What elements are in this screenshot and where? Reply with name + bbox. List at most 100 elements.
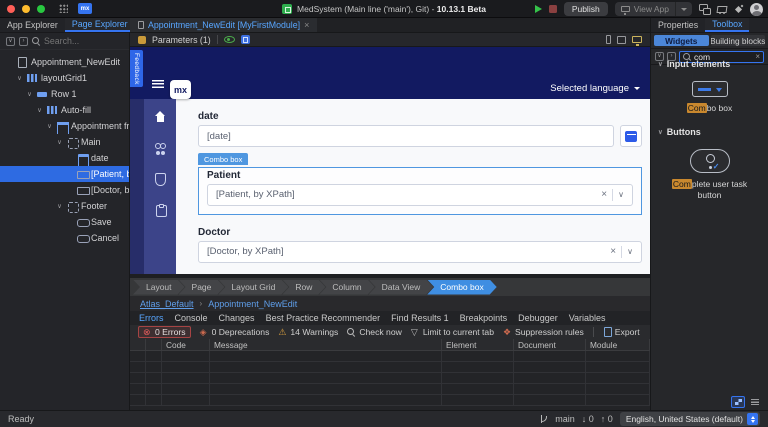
chevron-down-icon[interactable]: ∨	[658, 60, 663, 68]
column-header[interactable]: Module	[586, 339, 650, 350]
clear-icon[interactable]: ×	[610, 246, 616, 257]
branch-name[interactable]: main	[555, 414, 575, 424]
tree-item[interactable]: date	[0, 150, 129, 166]
marketplace-icon[interactable]	[717, 5, 727, 14]
language-select[interactable]: English, United States (default)	[619, 412, 760, 426]
incoming-commits[interactable]: ↓ 0	[582, 414, 594, 424]
chevron-down-icon[interactable]	[16, 74, 23, 82]
toolbox-subtab[interactable]: Widgets	[654, 35, 709, 46]
feedback-tab[interactable]: Feedback	[130, 50, 143, 87]
grid-view-toggle[interactable]	[731, 396, 745, 408]
tree-item[interactable]: layoutGrid1	[0, 70, 129, 86]
tablet-view-icon[interactable]	[617, 35, 626, 44]
people-icon[interactable]	[154, 142, 167, 154]
tree-item[interactable]: Save	[0, 214, 129, 230]
toolbox-widget[interactable]: Complete user task button	[656, 139, 763, 207]
filter-button[interactable]: 14 Warnings	[278, 327, 338, 337]
chevron-down-icon[interactable]	[36, 106, 43, 114]
clear-icon[interactable]: ×	[601, 189, 607, 200]
parameters-button[interactable]: Parameters (1)	[152, 35, 211, 45]
breadcrumb-chip[interactable]: Column	[319, 280, 374, 295]
tree-item[interactable]: Main	[0, 134, 129, 150]
dock-tab[interactable]: Debugger	[518, 313, 558, 323]
breadcrumb-chip[interactable]: Data View	[369, 280, 434, 295]
view-app-dropdown[interactable]	[675, 2, 692, 16]
column-header[interactable]	[130, 339, 146, 350]
filter-button[interactable]: Check now	[347, 327, 402, 337]
chevron-down-icon[interactable]: ∨	[627, 247, 633, 256]
stop-button[interactable]	[548, 5, 557, 13]
dock-tab[interactable]: Variables	[569, 313, 606, 323]
filter-button[interactable]: 0 Deprecations	[200, 327, 270, 337]
breadcrumb-chip[interactable]: Layout	[133, 280, 185, 295]
clipboard-icon[interactable]	[154, 204, 167, 217]
filter-button[interactable]: Limit to current tab	[411, 327, 494, 337]
tree-item[interactable]: Cancel	[0, 230, 129, 246]
fullscreen-window-button[interactable]	[37, 4, 45, 13]
filter-button[interactable]: 0 Errors	[138, 326, 191, 338]
dock-tab[interactable]: Breakpoints	[460, 313, 508, 323]
patient-combobox[interactable]: [Patient, by XPath] × ∨	[207, 183, 633, 206]
tree-item[interactable]: Appointment_NewEdit	[0, 54, 129, 70]
breadcrumb-chip[interactable]: Layout Grid	[218, 280, 288, 295]
filter-button[interactable]: Suppression rules	[503, 327, 584, 337]
tree-item[interactable]: [Doctor, by Database]	[0, 182, 129, 198]
toolbox-widget[interactable]: Combo box	[656, 71, 763, 120]
language-selector[interactable]: Selected language	[550, 83, 640, 94]
filter-button[interactable]: Export	[592, 327, 640, 337]
toolbox-subtab[interactable]: Building blocks	[710, 35, 765, 46]
user-avatar[interactable]	[750, 2, 763, 16]
breadcrumb-chip[interactable]: Row	[282, 280, 325, 295]
dock-tab[interactable]: Console	[175, 313, 208, 323]
shield-icon[interactable]	[154, 173, 167, 186]
home-icon[interactable]	[154, 111, 167, 123]
chevron-down-icon[interactable]	[46, 122, 53, 130]
chevron-down-icon[interactable]	[26, 90, 33, 98]
outgoing-commits[interactable]: ↑ 0	[601, 414, 613, 424]
column-header[interactable]: Message	[210, 339, 442, 350]
app-launcher-icon[interactable]	[59, 4, 68, 13]
layout-link[interactable]: Atlas_Default	[140, 299, 194, 309]
publish-button[interactable]: Publish	[563, 2, 608, 16]
column-header[interactable]	[146, 339, 162, 350]
doctor-combobox[interactable]: [Doctor, by XPath] × ∨	[198, 240, 642, 263]
close-window-button[interactable]	[7, 4, 15, 13]
minimize-window-button[interactable]	[22, 4, 30, 13]
tree-item[interactable]: [Patient, by Database]	[0, 166, 129, 182]
view-app-button[interactable]: View App	[614, 2, 692, 16]
explorer-search-input[interactable]	[44, 36, 123, 46]
explorer-tab[interactable]: App Explorer	[0, 18, 65, 32]
close-tab-icon[interactable]: ×	[304, 20, 309, 30]
list-view-toggle[interactable]	[748, 396, 762, 408]
explorer-tab[interactable]: Page Explorer	[64, 18, 135, 32]
dock-tab[interactable]: Changes	[219, 313, 255, 323]
breadcrumb-chip[interactable]: Page	[179, 280, 225, 295]
panel-tab[interactable]: Properties	[651, 18, 705, 32]
tree-item[interactable]: Auto-fill	[0, 102, 129, 118]
chevron-down-icon[interactable]	[56, 202, 63, 210]
feedback-icon[interactable]	[699, 4, 711, 15]
selected-combobox-widget[interactable]: Patient [Patient, by XPath] × ∨	[198, 166, 642, 215]
date-input[interactable]: [date]	[198, 125, 614, 147]
dock-tab[interactable]: Find Results 1	[391, 313, 449, 323]
collapse-all-icon[interactable]: ∨	[6, 36, 15, 46]
run-button[interactable]	[534, 5, 542, 13]
column-header[interactable]: Element	[442, 339, 514, 350]
preview-eye-icon[interactable]	[223, 36, 235, 43]
document-tab[interactable]: Appointment_NewEdit [MyFirstModule] ×	[130, 18, 318, 32]
column-header[interactable]: Code	[162, 339, 210, 350]
column-header[interactable]: Document	[514, 339, 586, 350]
panel-tab[interactable]: Toolbox	[705, 18, 750, 32]
xray-mode-icon[interactable]	[240, 35, 250, 44]
dock-tab[interactable]: Errors	[139, 313, 164, 323]
breadcrumb-chip[interactable]: Combo box	[427, 280, 496, 295]
phone-view-icon[interactable]	[606, 35, 611, 44]
expand-all-icon[interactable]: ›	[19, 36, 28, 46]
chevron-down-icon[interactable]: ∨	[658, 128, 663, 136]
hamburger-menu-icon[interactable]	[152, 80, 164, 88]
tree-item[interactable]: Row 1	[0, 86, 129, 102]
chevron-down-icon[interactable]	[56, 138, 63, 146]
dock-tab[interactable]: Best Practice Recommender	[266, 313, 381, 323]
page-link[interactable]: Appointment_NewEdit	[208, 299, 297, 309]
desktop-view-icon[interactable]	[632, 36, 642, 46]
